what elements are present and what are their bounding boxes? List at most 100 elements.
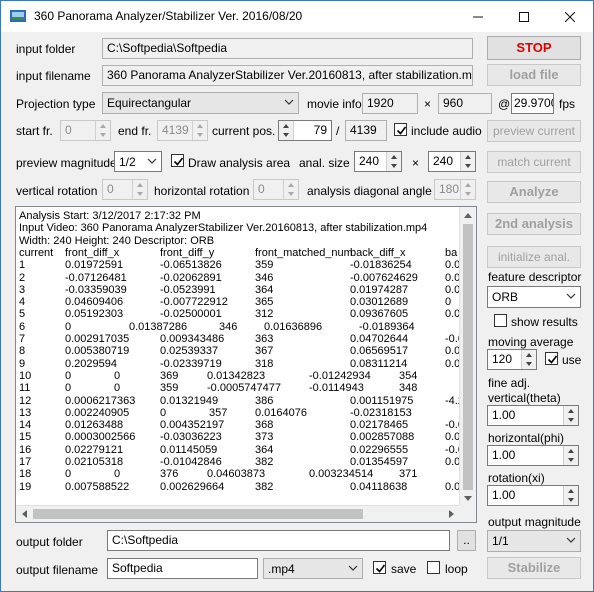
show-results-checkbox[interactable] [494,314,507,327]
movie-at-sign: @ [498,97,511,111]
preview-magnitude-select[interactable]: 1/2 [114,151,162,172]
spinner-arrows-icon[interactable] [521,350,536,369]
preview-current-button[interactable]: preview current [487,120,581,142]
scroll-up-icon[interactable] [464,212,472,218]
log-vertical-thumb[interactable] [463,224,473,490]
start-frame-spinner[interactable]: 0 [60,120,111,141]
spinner-arrows-icon[interactable] [460,152,475,171]
log-cell: 4 [19,296,26,309]
anal-height-spinner[interactable]: 240 [428,151,476,172]
use-moving-average-checkbox[interactable] [545,352,558,365]
spinner-arrows-icon[interactable] [279,121,294,140]
moving-average-label: moving average [488,335,574,349]
spinner-arrows-icon[interactable] [563,446,578,465]
rotation-xi-value: 1.00 [492,488,516,502]
loop-checkbox[interactable] [427,561,440,574]
end-frame-spinner[interactable]: 4139 [157,120,208,141]
log-cell: 0.06569517 [350,345,409,358]
log-column-header: ba [445,246,458,259]
projection-type-select[interactable]: Equirectangular [102,92,299,114]
log-cell: 9 [19,357,26,370]
log-cell: -0.06513826 [160,259,222,272]
analyze-button[interactable]: Analyze [487,181,581,203]
match-current-button[interactable]: match current [487,151,581,173]
output-magnitude-label: output magnitude [488,515,581,529]
input-filename-field[interactable]: 360 Panorama AnalyzerStabilizer Ver.2016… [102,65,473,86]
output-filename-field[interactable]: Softpedia [107,558,258,579]
checkmark-icon [173,157,184,166]
output-extension-select[interactable]: .mp4 [263,558,363,579]
anal-width-spinner[interactable]: 240 [354,151,402,172]
horizontal-rotation-spinner[interactable]: 0 [253,179,299,200]
checkmark-icon [375,564,386,573]
draw-analysis-area-checkbox[interactable] [171,154,184,167]
spinner-arrows-icon[interactable] [460,180,475,199]
load-file-button[interactable]: load file [487,64,581,86]
stop-button[interactable]: STOP [487,36,581,60]
vertical-rotation-spinner[interactable]: 0 [102,179,148,200]
log-horizontal-thumb[interactable] [33,509,363,519]
log-cell: -0.02339719 [160,357,222,370]
spinner-arrows-icon[interactable] [132,180,147,199]
minimize-button[interactable] [455,1,501,32]
log-cell: 13 [19,406,32,419]
rotation-xi-spinner[interactable]: 1.00 [487,485,579,506]
log-cell: -0.02500001 [160,308,222,321]
scroll-down-icon[interactable] [464,496,472,502]
spinner-arrows-icon[interactable] [283,180,298,199]
maximize-button[interactable] [501,1,547,32]
fps-field[interactable]: 29.9700 [511,93,554,114]
output-magnitude-value: 1/1 [492,534,509,548]
log-cell: 0.03012689 [350,296,409,309]
movie-x-sep: × [424,97,432,111]
spinner-arrows-icon[interactable] [95,121,110,140]
log-cell: 312 [255,308,274,321]
spinner-arrows-icon[interactable] [563,406,578,425]
log-header-line: Input Video: 360 Panorama AnalyzerStabil… [19,222,428,235]
vertical-theta-spinner[interactable]: 1.00 [487,405,579,426]
log-cell: 359 [160,382,179,395]
preview-magnitude-value: 1/2 [119,155,136,169]
horizontal-phi-spinner[interactable]: 1.00 [487,445,579,466]
title-bar: 360 Panorama Analyzer/Stabilizer Ver. 20… [1,1,593,32]
log-cell: 2 [19,271,26,284]
current-pos-spinner[interactable]: 79 [278,120,332,141]
spinner-arrows-icon[interactable] [563,486,578,505]
log-cell: 0.007588522 [65,480,130,493]
log-cell: 0 [114,468,121,481]
scroll-right-icon[interactable] [449,510,455,518]
vertical-rotation-label: vertical rotation [16,184,98,198]
analysis-log[interactable]: Analysis Start: 3/12/2017 2:17:32 PM Inpu… [15,206,477,523]
end-frame-value: 4139 [162,123,189,137]
log-cell: 0.01145059 [160,443,218,456]
output-extension-value: .mp4 [268,562,295,576]
log-cell: 357 [209,406,228,419]
second-analysis-button[interactable]: 2nd analysis [487,213,581,235]
log-cell: -0.0523991 [160,283,216,296]
log-cell: -0.0005747477 [207,382,282,395]
close-button[interactable] [547,1,593,32]
stabilize-button[interactable]: Stabilize [487,557,581,579]
checkmark-icon [547,355,558,364]
feature-descriptor-select[interactable]: ORB [487,286,581,308]
log-vertical-scrollbar[interactable] [459,207,476,507]
log-horizontal-scrollbar[interactable] [16,505,460,522]
browse-output-folder-button[interactable]: .. [457,530,476,551]
initialize-analysis-button[interactable]: initialize anal. [487,246,581,268]
diagonal-angle-spinner[interactable]: 180 [434,179,476,200]
output-folder-field[interactable]: C:\Softpedia [107,530,450,551]
spinner-arrows-icon[interactable] [192,121,207,140]
save-checkbox[interactable] [373,561,386,574]
moving-average-spinner[interactable]: 120 [487,349,537,370]
log-cell: 16 [19,443,32,456]
scroll-left-icon[interactable] [21,510,27,518]
input-folder-field[interactable]: C:\Softpedia\Softpedia [102,38,473,59]
start-frame-value: 0 [65,123,72,137]
start-frame-label: start fr. [16,124,53,138]
log-cell: 0.02296555 [350,443,409,456]
horizontal-rotation-value: 0 [258,182,265,196]
spinner-arrows-icon[interactable] [386,152,401,171]
log-cell: 0.002629664 [160,480,225,493]
output-magnitude-select[interactable]: 1/1 [487,530,581,552]
include-audio-checkbox[interactable] [394,123,407,136]
